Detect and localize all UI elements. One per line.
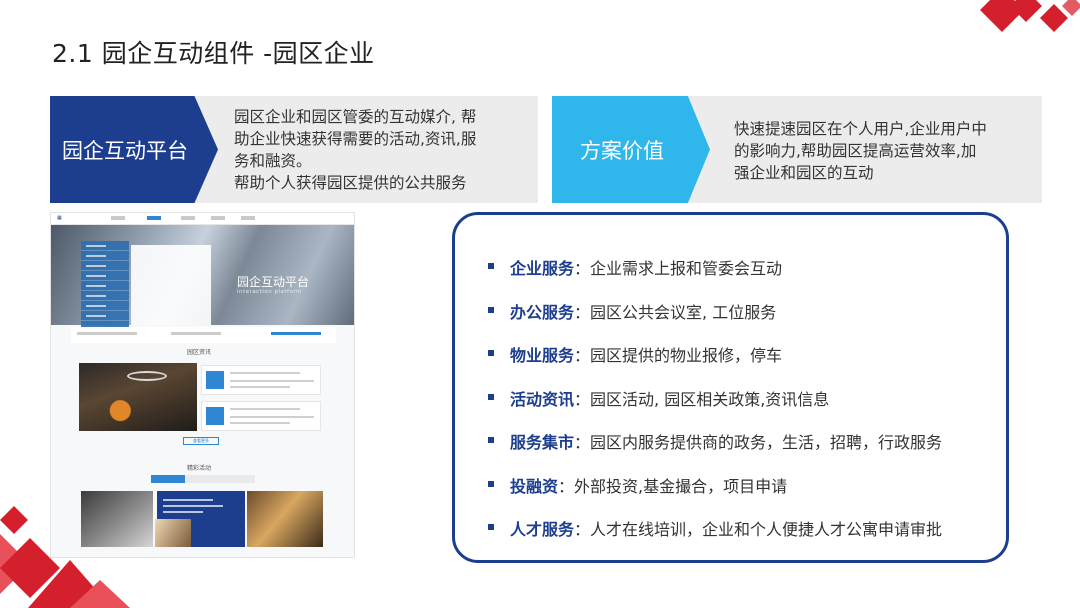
platform-chevron: 园企互动平台 xyxy=(50,96,218,203)
feature-key: 办公服务 xyxy=(510,302,575,322)
screenshot-activity-image xyxy=(247,491,323,547)
screenshot-activity-title: 精彩活动 xyxy=(187,465,212,472)
feature-separator: ： xyxy=(574,520,591,539)
bullet-square-icon xyxy=(488,263,494,269)
feature-key: 企业服务 xyxy=(510,259,575,278)
feature-list: 企业服务：企业需求上报和管委会互动 办公服务： 园区公共会议室, 工位服务 物业… xyxy=(488,255,942,560)
value-description-line: 强企业和园区的互动 xyxy=(734,164,874,182)
screenshot-notice-strip xyxy=(71,327,336,343)
page-title: 2.1 园企互动组件 -园区企业 xyxy=(52,39,375,68)
feature-key: 人才服务 xyxy=(510,520,575,539)
screenshot-nav-item xyxy=(241,216,255,220)
feature-value: 园区内服务提供商的政务，生活，招聘，行政服务 xyxy=(590,433,943,452)
platform-description-line: 助企业快速获得需要的活动,资讯,服 xyxy=(234,130,477,148)
screenshot-nav-item xyxy=(211,216,225,220)
bullet-square-icon xyxy=(488,306,494,313)
feature-list-card: 企业服务：企业需求上报和管委会互动 办公服务： 园区公共会议室, 工位服务 物业… xyxy=(452,212,1009,563)
screenshot-submenu-panel xyxy=(131,245,211,325)
platform-description-line: 帮助个人获得园区提供的公共服务 xyxy=(234,174,467,192)
screenshot-news-title: 园区资讯 xyxy=(187,349,212,356)
screenshot-more-button: 查看更多 xyxy=(183,437,219,445)
feature-item: 服务集市：园区内服务提供商的政务，生活，招聘，行政服务 xyxy=(488,429,942,473)
screenshot-nav-item xyxy=(111,216,125,220)
bullet-square-icon xyxy=(488,524,494,530)
screenshot-nav-item xyxy=(181,216,195,220)
value-chevron: 方案价值 xyxy=(552,96,710,203)
bullet-square-icon xyxy=(488,393,494,400)
corner-decoration-top-right xyxy=(972,0,1080,40)
news-icon xyxy=(206,407,224,425)
feature-item: 企业服务：企业需求上报和管委会互动 xyxy=(488,255,942,299)
feature-item: 活动资讯：园区活动, 园区相关政策,资讯信息 xyxy=(488,386,942,430)
feature-separator: ： xyxy=(574,389,591,409)
feature-item: 人才服务：人才在线培训，企业和个人便捷人才公寓申请审批 xyxy=(488,516,942,560)
feature-key: 活动资讯 xyxy=(510,389,575,409)
screenshot-news-image xyxy=(79,363,197,431)
screenshot-activity-image xyxy=(81,491,153,547)
platform-band: 园企互动平台 园区企业和园区管委的互动媒介, 帮 助企业快速获得需要的活动,资讯… xyxy=(50,96,538,203)
screenshot-hero-subtitle: interaction platform xyxy=(237,289,302,295)
screenshot-news-card xyxy=(201,365,321,395)
screenshot-activity-photo xyxy=(155,519,191,547)
bullet-square-icon xyxy=(488,437,494,443)
feature-separator: ： xyxy=(574,302,591,322)
feature-key: 投融资 xyxy=(510,476,559,496)
screenshot-news-card xyxy=(201,401,321,431)
value-description-line: 快速提速园区在个人用户,企业用户中 xyxy=(734,120,987,138)
feature-item: 物业服务：园区提供的物业报修，停车 xyxy=(488,342,942,386)
value-description: 快速提速园区在个人用户,企业用户中 的影响力,帮助园区提高运营效率,加 强企业和… xyxy=(734,118,1034,184)
feature-item: 办公服务： 园区公共会议室, 工位服务 xyxy=(488,299,942,343)
feature-separator: ： xyxy=(574,433,591,452)
value-description-line: 的影响力,帮助园区提高运营效率,加 xyxy=(734,142,977,160)
screenshot-navbar: ▦ xyxy=(51,213,354,225)
feature-value: 园区活动, 园区相关政策,资讯信息 xyxy=(590,389,830,409)
feature-value: 人才在线培训，企业和个人便捷人才公寓申请审批 xyxy=(590,520,943,539)
news-icon xyxy=(206,371,224,389)
screenshot-activity-tabs xyxy=(151,475,255,483)
feature-separator: ： xyxy=(574,259,591,278)
screenshot-logo: ▦ xyxy=(57,215,62,221)
platform-screenshot: ▦ 园企互动平台 interaction platform 园区资讯 查看更多 … xyxy=(50,212,355,558)
feature-separator: ： xyxy=(574,346,591,365)
feature-value: 企业需求上报和管委会互动 xyxy=(590,259,783,278)
screenshot-hero-title: 园企互动平台 xyxy=(237,275,310,289)
bullet-square-icon xyxy=(488,350,494,356)
value-band: 方案价值 快速提速园区在个人用户,企业用户中 的影响力,帮助园区提高运营效率,加… xyxy=(552,96,1042,203)
platform-description-line: 务和融资。 xyxy=(234,152,312,170)
feature-separator: ： xyxy=(558,476,575,496)
screenshot-nav-item xyxy=(147,216,161,220)
feature-value: 园区提供的物业报修，停车 xyxy=(590,346,783,365)
feature-value: 外部投资,基金撮合，项目申请 xyxy=(574,476,788,496)
platform-description-line: 园区企业和园区管委的互动媒介, 帮 xyxy=(234,108,477,126)
feature-key: 服务集市 xyxy=(510,433,575,452)
feature-value: 园区公共会议室, 工位服务 xyxy=(590,302,777,322)
feature-item: 投融资：外部投资,基金撮合，项目申请 xyxy=(488,473,942,517)
feature-key: 物业服务 xyxy=(510,346,575,365)
bullet-square-icon xyxy=(488,480,494,487)
screenshot-hero: 园企互动平台 interaction platform xyxy=(51,225,354,329)
screenshot-side-menu xyxy=(81,241,129,329)
platform-description: 园区企业和园区管委的互动媒介, 帮 助企业快速获得需要的活动,资讯,服 务和融资… xyxy=(234,106,534,194)
